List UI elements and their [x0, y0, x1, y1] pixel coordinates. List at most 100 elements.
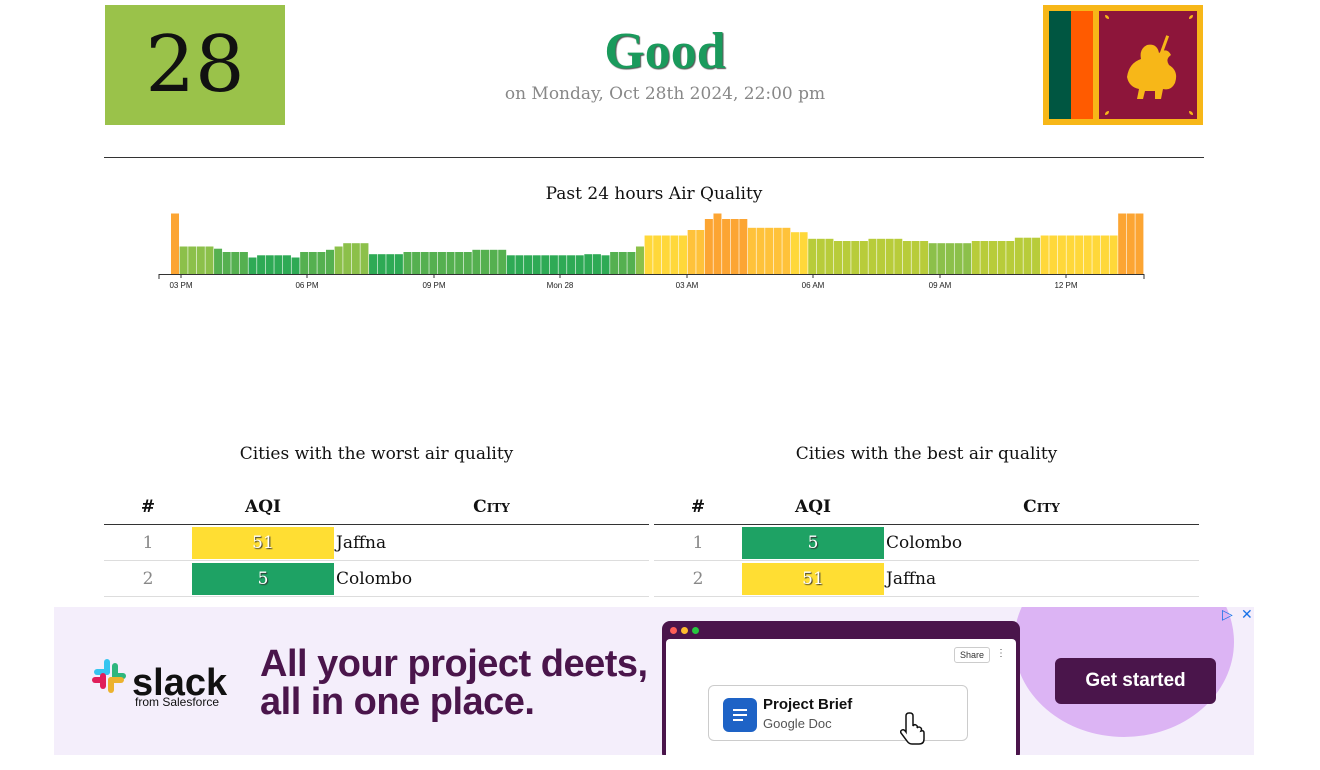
chart-bar[interactable]	[937, 243, 946, 274]
chart-bar[interactable]	[834, 241, 843, 274]
chart-bar[interactable]	[257, 255, 266, 274]
chart-bar[interactable]	[541, 255, 550, 274]
chart-bar[interactable]	[300, 252, 309, 274]
chart-bar[interactable]	[790, 232, 799, 274]
chart-bar[interactable]	[567, 255, 576, 274]
ad-choices-icon[interactable]: ▷	[1222, 607, 1233, 623]
chart-bar[interactable]	[997, 241, 1006, 274]
chart-bar[interactable]	[963, 243, 972, 274]
chart-bar[interactable]	[282, 255, 291, 274]
chart-bar[interactable]	[1118, 213, 1127, 275]
chart-bar[interactable]	[644, 235, 653, 275]
chart-bar[interactable]	[575, 255, 584, 274]
chart-bar[interactable]	[618, 252, 627, 274]
chart-bar[interactable]	[1057, 235, 1066, 275]
chart-bar[interactable]	[782, 227, 791, 274]
chart-bar[interactable]	[911, 241, 920, 274]
chart-bar[interactable]	[679, 235, 688, 275]
chart-bar[interactable]	[308, 252, 317, 274]
chart-bar[interactable]	[1126, 213, 1135, 275]
chart-bar[interactable]	[205, 246, 214, 275]
chart-bar[interactable]	[394, 254, 403, 274]
chart-bar[interactable]	[343, 243, 352, 274]
chart-bar[interactable]	[480, 249, 489, 274]
table-row[interactable]: 1 5 Colombo	[654, 525, 1199, 561]
chart-bar[interactable]	[1109, 235, 1118, 275]
chart-bar[interactable]	[816, 238, 825, 274]
chart-bar[interactable]	[747, 227, 756, 274]
chart-bar[interactable]	[765, 227, 774, 274]
chart-bar[interactable]	[291, 257, 300, 275]
chart-bar[interactable]	[403, 252, 412, 274]
chart-bar[interactable]	[334, 246, 343, 275]
slack-ad-banner[interactable]: slack from Salesforce All your project d…	[54, 607, 1254, 755]
chart-bar[interactable]	[799, 232, 808, 274]
chart-bar[interactable]	[635, 246, 644, 275]
chart-bar[interactable]	[859, 241, 868, 274]
chart-bar[interactable]	[188, 246, 197, 275]
chart-bar[interactable]	[1100, 235, 1109, 275]
table-row[interactable]: 2 51 Jaffna	[654, 561, 1199, 597]
chart-bar[interactable]	[584, 254, 593, 274]
chart-bar[interactable]	[231, 252, 240, 274]
chart-bar[interactable]	[842, 241, 851, 274]
chart-bar[interactable]	[360, 243, 369, 274]
chart-bar[interactable]	[420, 252, 429, 274]
city-link[interactable]: Colombo	[886, 533, 1199, 553]
table-row[interactable]: 1 51 Jaffna	[104, 525, 649, 561]
chart-bar[interactable]	[592, 254, 601, 274]
chart-bar[interactable]	[928, 243, 937, 274]
chart-bar[interactable]	[1066, 235, 1075, 275]
chart-bar[interactable]	[489, 249, 498, 274]
chart-bar[interactable]	[756, 227, 765, 274]
chart-bar[interactable]	[1006, 241, 1015, 274]
chart-bar[interactable]	[1083, 235, 1092, 275]
chart-bar[interactable]	[945, 243, 954, 274]
chart-bar[interactable]	[463, 252, 472, 274]
chart-bar[interactable]	[954, 243, 963, 274]
chart-bar[interactable]	[601, 255, 610, 274]
chart-bar[interactable]	[920, 241, 929, 274]
close-icon[interactable]: ✕	[1241, 607, 1253, 623]
chart-bar[interactable]	[739, 219, 748, 274]
chart-bar[interactable]	[989, 241, 998, 274]
chart-bar[interactable]	[317, 252, 326, 274]
chart-bar[interactable]	[971, 241, 980, 274]
chart-bar[interactable]	[885, 238, 894, 274]
chart-bar[interactable]	[661, 235, 670, 275]
chart-bar[interactable]	[429, 252, 438, 274]
chart-bar[interactable]	[610, 252, 619, 274]
chart-bar[interactable]	[704, 219, 713, 274]
chart-bar[interactable]	[894, 238, 903, 274]
chart-bar[interactable]	[239, 252, 248, 274]
chart-bar[interactable]	[696, 230, 705, 274]
chart-bar[interactable]	[687, 230, 696, 274]
chart-bar[interactable]	[713, 213, 722, 275]
chart-bar[interactable]	[369, 254, 378, 274]
chart-bar[interactable]	[808, 238, 817, 274]
chart-bar[interactable]	[868, 238, 877, 274]
chart-bar[interactable]	[670, 235, 679, 275]
chart-bar[interactable]	[877, 238, 886, 274]
chart-bar[interactable]	[214, 248, 223, 274]
chart-bar[interactable]	[325, 249, 334, 274]
chart-bar[interactable]	[532, 255, 541, 274]
chart-bar[interactable]	[412, 252, 421, 274]
chart-bar[interactable]	[1040, 235, 1049, 275]
chart-bar[interactable]	[1032, 237, 1041, 274]
chart-bar[interactable]	[437, 252, 446, 274]
chart-bar[interactable]	[627, 252, 636, 274]
get-started-button[interactable]: Get started	[1055, 658, 1216, 704]
chart-bar[interactable]	[179, 246, 188, 275]
chart-bar[interactable]	[377, 254, 386, 274]
chart-bar[interactable]	[549, 255, 558, 274]
chart-bar[interactable]	[351, 243, 360, 274]
chart-bar[interactable]	[722, 219, 731, 274]
chart-bar[interactable]	[386, 254, 395, 274]
chart-bar[interactable]	[902, 241, 911, 274]
chart-bar[interactable]	[446, 252, 455, 274]
chart-bar[interactable]	[773, 227, 782, 274]
chart-bar[interactable]	[274, 255, 283, 274]
chart-bar[interactable]	[1049, 235, 1058, 275]
chart-bar[interactable]	[222, 252, 231, 274]
